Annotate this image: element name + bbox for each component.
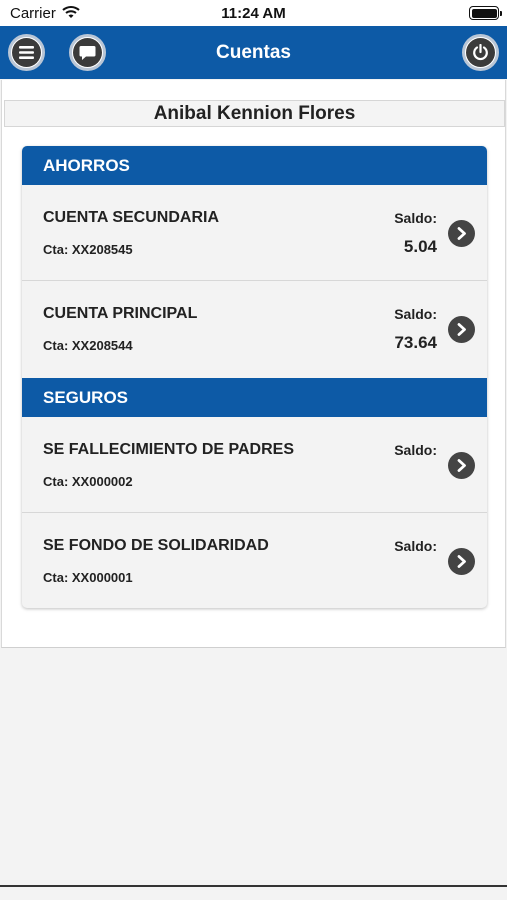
saldo-label: Saldo: xyxy=(394,210,437,226)
saldo-value: 73.64 xyxy=(394,333,437,352)
status-bar: Carrier 11:24 AM xyxy=(0,0,507,26)
nav-bar: Cuentas xyxy=(0,26,507,79)
clock: 11:24 AM xyxy=(221,5,286,22)
section-header-ahorros: AHORROS xyxy=(22,146,487,185)
bottom-divider xyxy=(0,885,507,887)
account-name: SE FONDO DE SOLIDARIDAD xyxy=(43,537,269,554)
battery-icon xyxy=(469,6,502,20)
account-name: CUENTA PRINCIPAL xyxy=(43,305,198,322)
account-row-se-fondo-solidaridad[interactable]: SE FONDO DE SOLIDARIDAD Cta: XX000001 Sa… xyxy=(22,513,487,608)
account-name: CUENTA SECUNDARIA xyxy=(43,209,219,226)
chevron-right-icon[interactable] xyxy=(448,452,475,479)
chevron-right-icon[interactable] xyxy=(448,220,475,247)
saldo-value: 5.04 xyxy=(403,237,437,256)
page-title: Cuentas xyxy=(216,42,291,63)
chevron-right-icon[interactable] xyxy=(448,316,475,343)
account-number: Cta: XX000001 xyxy=(43,570,133,585)
account-number: Cta: XX000002 xyxy=(43,474,133,489)
saldo-label: Saldo: xyxy=(394,442,437,458)
account-name: SE FALLECIMIENTO DE PADRES xyxy=(43,441,294,458)
content-panel: Anibal Kennion Flores AHORROS CUENTA SEC… xyxy=(1,80,506,648)
account-row-se-fallecimiento[interactable]: SE FALLECIMIENTO DE PADRES Cta: XX000002… xyxy=(22,417,487,513)
account-row-cuenta-secundaria[interactable]: CUENTA SECUNDARIA Cta: XX208545 Saldo: 5… xyxy=(22,185,487,281)
chevron-right-icon[interactable] xyxy=(448,548,475,575)
saldo-label: Saldo: xyxy=(394,538,437,554)
section-header-seguros: SEGUROS xyxy=(22,378,487,417)
account-number: Cta: XX208545 xyxy=(43,242,133,257)
accounts-card: AHORROS CUENTA SECUNDARIA Cta: XX208545 … xyxy=(22,146,487,608)
logout-button[interactable] xyxy=(462,34,499,71)
account-number: Cta: XX208544 xyxy=(43,338,133,353)
power-icon xyxy=(466,38,495,67)
account-row-cuenta-principal[interactable]: CUENTA PRINCIPAL Cta: XX208544 Saldo: 73… xyxy=(22,281,487,377)
saldo-label: Saldo: xyxy=(394,306,437,322)
user-name: Anibal Kennion Flores xyxy=(4,100,505,127)
